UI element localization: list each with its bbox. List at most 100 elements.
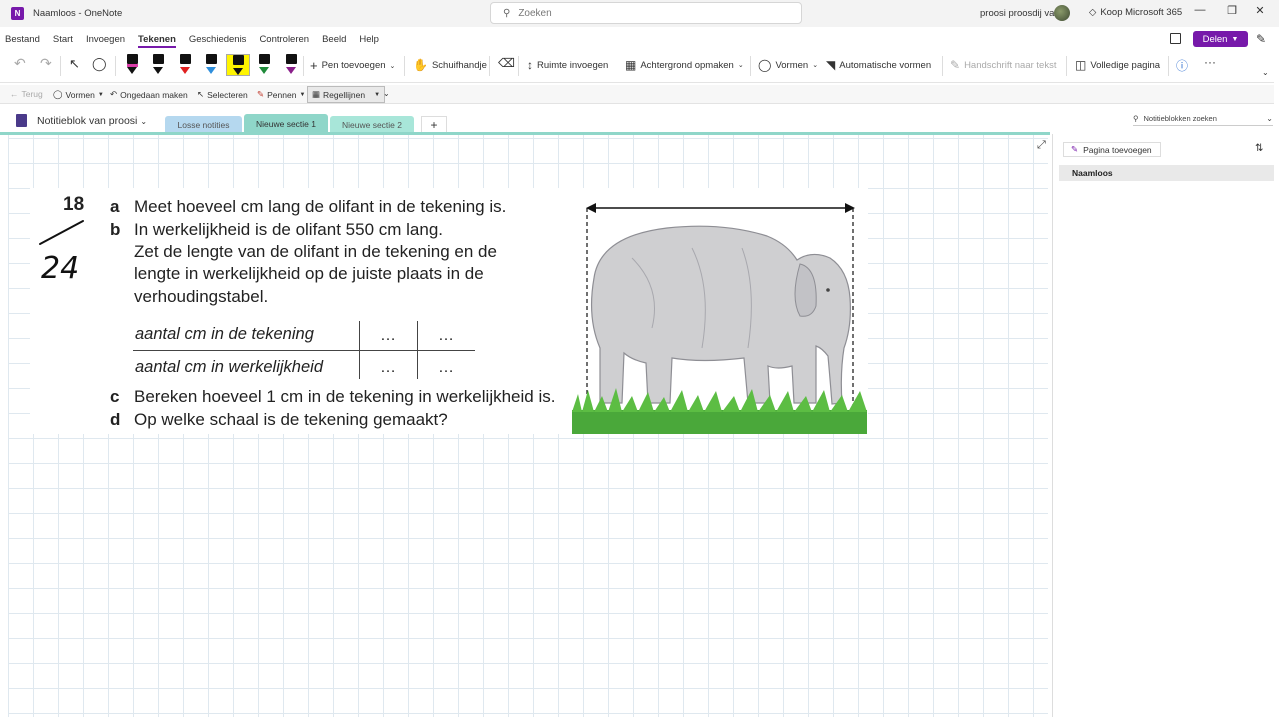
letter-a: a [110, 197, 120, 216]
auto-shapes-button[interactable]: ◥ Automatische vormen [826, 58, 931, 72]
pen-2-icon[interactable] [152, 54, 164, 76]
select-arrow-icon[interactable]: ↖ [69, 56, 80, 72]
title-bar: N Naamloos - OneNote ⚲ Zoeken proosi pro… [0, 0, 1279, 27]
chevron-down-icon: ▼ [97, 91, 104, 98]
insert-space-button[interactable]: ↕ Ruimte invoegen [527, 58, 608, 72]
menu-beeld[interactable]: Beeld [322, 34, 346, 45]
pen-7-icon[interactable] [285, 54, 297, 76]
help-icon[interactable]: ⓘ [1176, 57, 1188, 74]
comment-icon[interactable]: ✎ [1256, 32, 1266, 46]
table-divider [133, 350, 475, 351]
quick-shapes-button[interactable]: ◯ Vormen ▼ [53, 89, 104, 100]
ink-to-text-button[interactable]: ✎ Handschrift naar tekst [950, 58, 1056, 72]
more-options-button[interactable]: ··· [1204, 55, 1216, 69]
letter-d: d [110, 410, 121, 429]
insert-space-icon: ↕ [527, 58, 533, 72]
sort-icon[interactable]: ⇅ [1255, 143, 1263, 154]
chevron-down-icon: ⌄ [1266, 113, 1273, 123]
question-b-line-1: In werkelijkheid is de olifant 550 cm la… [134, 220, 443, 239]
expand-icon[interactable]: ⤢ [1037, 139, 1046, 152]
search-icon: ⚲ [1133, 113, 1139, 123]
notebook-bar: Notitieblok van proosi ⌄ Losse notities … [0, 108, 1279, 134]
notebook-view-icon[interactable] [1170, 33, 1181, 44]
letter-c: c [110, 387, 120, 406]
pen-3-icon[interactable] [179, 54, 191, 76]
menu-invoegen[interactable]: Invoegen [86, 34, 125, 45]
close-button[interactable]: ✕ [1250, 4, 1270, 17]
chevron-down-icon: ⌄ [389, 62, 396, 70]
pen-6-icon[interactable] [258, 54, 270, 76]
tab-nieuwe-sectie-2[interactable]: Nieuwe sectie 2 [330, 116, 414, 133]
redo-icon[interactable]: ↷ [40, 55, 52, 72]
add-page-button[interactable]: ✎ Pagina toevoegen [1063, 142, 1161, 157]
pen-5-icon[interactable] [226, 54, 250, 76]
page-title: Naamloos [1072, 168, 1113, 178]
tab-label: Nieuwe sectie 2 [341, 119, 402, 130]
menu-help[interactable]: Help [359, 34, 379, 45]
share-button[interactable]: Delen ▼ [1193, 31, 1248, 47]
pan-button[interactable]: ✋ Schuifhandje [413, 58, 487, 72]
add-page-label: Pagina toevoegen [1083, 144, 1152, 155]
shapes-icon: ◯ [53, 89, 63, 99]
add-section-button[interactable]: + [421, 116, 447, 133]
question-c: Bereken hoeveel 1 cm in de tekening in w… [134, 387, 556, 406]
tab-label: Losse notities [177, 119, 230, 130]
diamond-icon: ◇ [1089, 7, 1097, 18]
question-a: Meet hoeveel cm lang de olifant in de te… [134, 197, 507, 216]
select-button[interactable]: ↖ Selecteren [197, 89, 248, 100]
customize-quickbar-icon[interactable]: ⌄ [383, 89, 390, 98]
pen-1-icon[interactable] [126, 54, 138, 76]
lasso-icon[interactable]: ◯ [92, 56, 107, 72]
background-button[interactable]: ▦ Achtergrond opmaken ⌄ [625, 58, 744, 72]
menu-geschiedenis[interactable]: Geschiedenis [189, 34, 247, 45]
notebook-search-input[interactable]: ⚲ Notitieblokken zoeken ⌄ [1133, 111, 1273, 126]
minimize-button[interactable]: — [1190, 4, 1210, 16]
table-divider [417, 321, 418, 379]
table-cell: … [438, 359, 454, 376]
undo-icon[interactable]: ↶ [14, 55, 26, 72]
search-placeholder: Zoeken [518, 7, 552, 19]
eraser-icon[interactable]: ⌫ [498, 56, 515, 70]
avatar[interactable] [1054, 5, 1070, 21]
tab-nieuwe-sectie-1[interactable]: Nieuwe sectie 1 [244, 114, 328, 133]
table-row-1-header: aantal cm in de tekening [135, 325, 314, 343]
buy-microsoft-365-link[interactable]: ◇ Koop Microsoft 365 [1089, 7, 1182, 18]
undo-button[interactable]: ↶ Ongedaan maken [110, 89, 188, 100]
back-button[interactable]: ← Terug [10, 89, 43, 99]
rule-lines-label: Regellijnen [323, 89, 366, 100]
notebook-name: Notitieblok van proosi [37, 115, 138, 127]
add-page-icon: ✎ [1071, 144, 1079, 154]
page-item-naamloos[interactable]: Naamloos [1059, 165, 1274, 181]
restore-button[interactable]: ❐ [1222, 4, 1242, 17]
menu-controleren[interactable]: Controleren [259, 34, 309, 45]
question-b-line-2: Zet de lengte van de olifant in de teken… [134, 242, 497, 261]
menu-bestand[interactable]: Bestand [5, 34, 40, 45]
user-name[interactable]: proosi proosdij van [980, 8, 1060, 19]
full-page-button[interactable]: ◫ Volledige pagina [1075, 58, 1160, 72]
pens-button[interactable]: ✎ Pennen ▼ [257, 89, 305, 100]
add-pen-label: Pen toevoegen [321, 60, 386, 71]
auto-shapes-label: Automatische vormen [839, 59, 932, 71]
collapse-ribbon-icon[interactable]: ⌄ [1262, 68, 1269, 77]
rule-lines-button[interactable]: ▦ Regellijnen ▼ [307, 86, 386, 103]
draw-ribbon: ↶ ↷ ↖ ◯ + Pen toevoegen ⌄ ✋ Schuifhandje… [0, 50, 1274, 83]
question-d: Op welke schaal is de tekening gemaakt? [134, 410, 448, 429]
rule-lines-icon: ▦ [312, 89, 321, 99]
page-list-pane: ✎ Pagina toevoegen ⇅ Naamloos [1052, 134, 1279, 717]
menu-tekenen[interactable]: Tekenen [138, 34, 176, 48]
pen-4-icon[interactable] [205, 54, 217, 76]
ink-icon: ✎ [950, 58, 961, 72]
notebook-selector[interactable]: Notitieblok van proosi ⌄ [37, 115, 147, 127]
table-divider [359, 321, 360, 379]
tab-losse-notities[interactable]: Losse notities [165, 116, 242, 133]
search-input[interactable]: ⚲ Zoeken [490, 2, 802, 24]
grid-icon: ▦ [625, 58, 637, 72]
exercise-number: 18 [63, 194, 85, 215]
menu-start[interactable]: Start [53, 34, 73, 45]
ratio-table: aantal cm in de tekening aantal cm in we… [130, 321, 475, 379]
shapes-button[interactable]: ◯ Vormen ⌄ [758, 58, 818, 72]
pan-label: Schuifhandje [431, 59, 487, 71]
question-b-line-4: verhoudingstabel. [134, 287, 269, 306]
exercise-image[interactable]: 18 24 a Meet hoeveel cm lang de olifant … [30, 188, 868, 434]
add-pen-button[interactable]: + Pen toevoegen ⌄ [310, 58, 395, 73]
